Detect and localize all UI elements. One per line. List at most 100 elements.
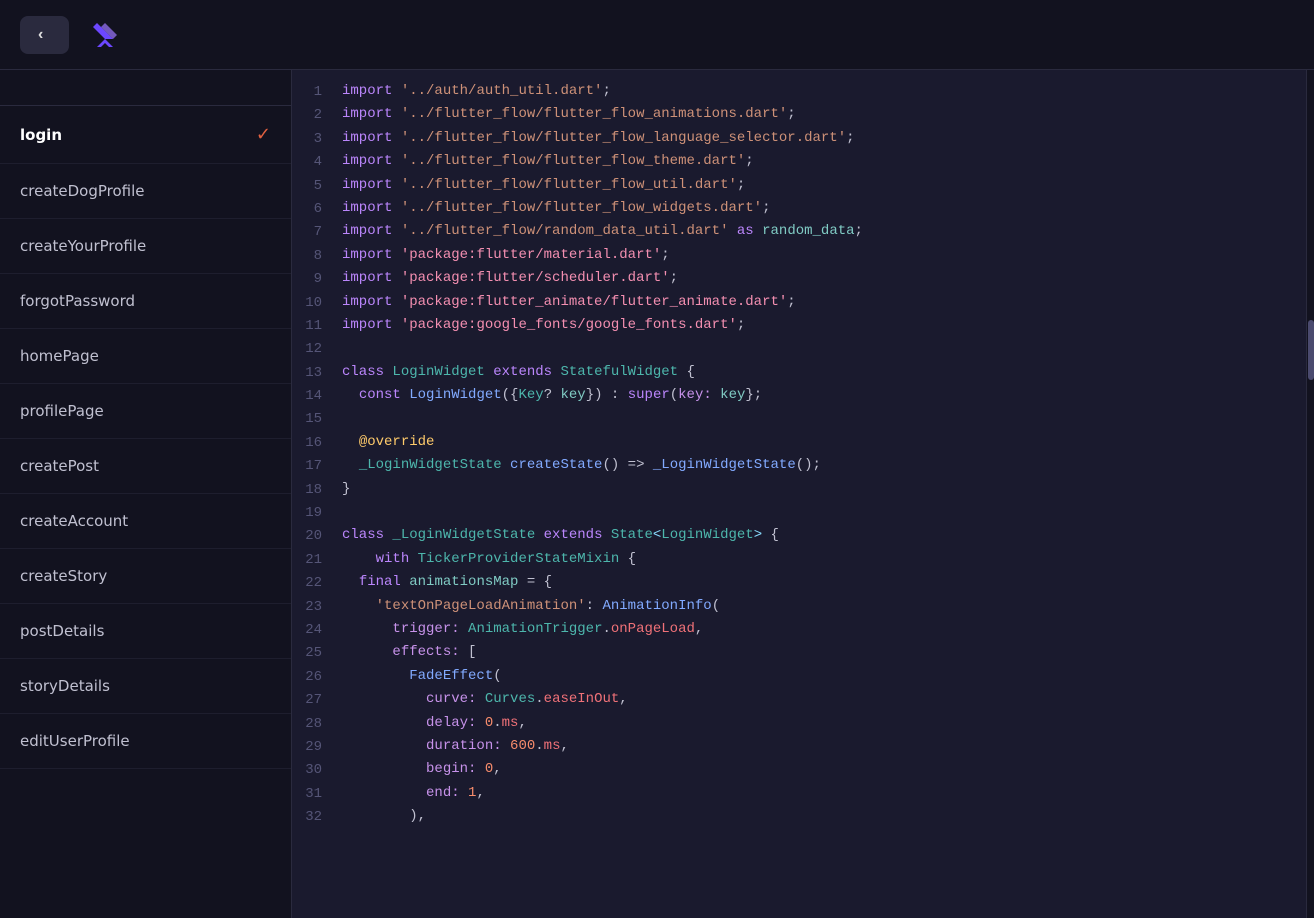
scrollbar-track[interactable] — [1306, 70, 1314, 918]
code-line: 27 curve: Curves.easeInOut, — [292, 688, 1306, 711]
line-content: @override — [342, 431, 1306, 454]
line-number: 14 — [292, 384, 342, 407]
line-number: 20 — [292, 524, 342, 547]
code-line: 31 end: 1, — [292, 782, 1306, 805]
code-line: 10import 'package:flutter_animate/flutte… — [292, 291, 1306, 314]
line-number: 21 — [292, 548, 342, 571]
line-content: import '../flutter_flow/flutter_flow_ani… — [342, 103, 1306, 126]
sidebar-item-login[interactable]: login ✓ — [0, 106, 291, 164]
line-number: 1 — [292, 80, 342, 103]
sidebar-item-createPost[interactable]: createPost — [0, 439, 291, 494]
code-area[interactable]: 1import '../auth/auth_util.dart';2import… — [292, 70, 1306, 918]
code-line: 1import '../auth/auth_util.dart'; — [292, 80, 1306, 103]
line-content: import '../flutter_flow/flutter_flow_the… — [342, 150, 1306, 173]
line-number: 17 — [292, 454, 342, 477]
line-number: 2 — [292, 103, 342, 126]
code-line: 11import 'package:google_fonts/google_fo… — [292, 314, 1306, 337]
view-project-button[interactable]: ‹ — [20, 16, 69, 54]
line-content: import '../flutter_flow/flutter_flow_uti… — [342, 174, 1306, 197]
line-number: 12 — [292, 337, 342, 360]
line-content: const LoginWidget({Key? key}) : super(ke… — [342, 384, 1306, 407]
code-line: 20class _LoginWidgetState extends State<… — [292, 524, 1306, 547]
line-content: effects: [ — [342, 641, 1306, 664]
code-line: 9import 'package:flutter/scheduler.dart'… — [292, 267, 1306, 290]
logo-area — [89, 19, 131, 51]
scrollbar-thumb — [1308, 320, 1314, 380]
line-content: curve: Curves.easeInOut, — [342, 688, 1306, 711]
line-number: 18 — [292, 478, 342, 501]
code-line: 32 ), — [292, 805, 1306, 828]
line-number: 26 — [292, 665, 342, 688]
chevron-left-icon: ‹ — [38, 26, 43, 44]
line-number: 5 — [292, 174, 342, 197]
code-line: 19 — [292, 501, 1306, 524]
line-number: 11 — [292, 314, 342, 337]
sidebar-item-createYourProfile[interactable]: createYourProfile — [0, 219, 291, 274]
main-layout: login ✓ createDogProfilecreateYourProfile f… — [0, 70, 1314, 918]
line-content: trigger: AnimationTrigger.onPageLoad, — [342, 618, 1306, 641]
line-number: 16 — [292, 431, 342, 454]
sidebar-item-label: storyDetails — [20, 677, 110, 695]
line-content: import 'package:google_fonts/google_font… — [342, 314, 1306, 337]
line-number: 9 — [292, 267, 342, 290]
line-content: delay: 0.ms, — [342, 712, 1306, 735]
sidebar-item-createStory[interactable]: createStory — [0, 549, 291, 604]
header: ‹ — [0, 0, 1314, 70]
sidebar-item-label: postDetails — [20, 622, 104, 640]
code-line: 12 — [292, 337, 1306, 360]
line-content: import 'package:flutter/scheduler.dart'; — [342, 267, 1306, 290]
code-line: 18} — [292, 478, 1306, 501]
sidebar-item-homePage[interactable]: homePage — [0, 329, 291, 384]
code-line: 22 final animationsMap = { — [292, 571, 1306, 594]
sidebar-item-forgotPassword[interactable]: forgotPassword — [0, 274, 291, 329]
sidebar-item-createDogProfile[interactable]: createDogProfile — [0, 164, 291, 219]
sidebar-item-label: profilePage — [20, 402, 104, 420]
sidebar-items-container: login ✓ createDogProfilecreateYourProfile f… — [0, 106, 291, 769]
line-content: 'textOnPageLoadAnimation': AnimationInfo… — [342, 595, 1306, 618]
line-number: 7 — [292, 220, 342, 243]
sidebar-item-editUserProfile[interactable]: editUserProfile — [0, 714, 291, 769]
line-number: 19 — [292, 501, 342, 524]
line-number: 31 — [292, 782, 342, 805]
sidebar-item-label: login — [20, 126, 62, 144]
code-line: 28 delay: 0.ms, — [292, 712, 1306, 735]
line-content — [342, 337, 1306, 360]
line-content: with TickerProviderStateMixin { — [342, 548, 1306, 571]
line-content: class LoginWidget extends StatefulWidget… — [342, 361, 1306, 384]
sidebar-item-label: createStory — [20, 567, 107, 585]
line-content: import '../flutter_flow/flutter_flow_wid… — [342, 197, 1306, 220]
sidebar-item-createAccount[interactable]: createAccount — [0, 494, 291, 549]
line-number: 27 — [292, 688, 342, 711]
line-content: import '../auth/auth_util.dart'; — [342, 80, 1306, 103]
code-line: 13class LoginWidget extends StatefulWidg… — [292, 361, 1306, 384]
sidebar-item-storyDetails[interactable]: storyDetails — [0, 659, 291, 714]
sidebar-item-postDetails[interactable]: postDetails — [0, 604, 291, 659]
sidebar-item-label: forgotPassword — [20, 292, 135, 310]
check-icon: ✓ — [256, 124, 271, 145]
line-content: final animationsMap = { — [342, 571, 1306, 594]
code-line: 17 _LoginWidgetState createState() => _L… — [292, 454, 1306, 477]
line-number: 23 — [292, 595, 342, 618]
line-number: 28 — [292, 712, 342, 735]
sidebar: login ✓ createDogProfilecreateYourProfile f… — [0, 70, 292, 918]
code-line: 4import '../flutter_flow/flutter_flow_th… — [292, 150, 1306, 173]
code-line: 24 trigger: AnimationTrigger.onPageLoad, — [292, 618, 1306, 641]
code-line: 3import '../flutter_flow/flutter_flow_la… — [292, 127, 1306, 150]
code-line: 5import '../flutter_flow/flutter_flow_ut… — [292, 174, 1306, 197]
flutterflow-logo-icon — [89, 19, 121, 51]
code-line: 15 — [292, 407, 1306, 430]
sidebar-item-label: createAccount — [20, 512, 128, 530]
code-line: 8import 'package:flutter/material.dart'; — [292, 244, 1306, 267]
code-line: 25 effects: [ — [292, 641, 1306, 664]
line-number: 6 — [292, 197, 342, 220]
line-number: 4 — [292, 150, 342, 173]
line-content: } — [342, 478, 1306, 501]
line-content: end: 1, — [342, 782, 1306, 805]
line-content: begin: 0, — [342, 758, 1306, 781]
line-content: duration: 600.ms, — [342, 735, 1306, 758]
sidebar-item-label: createPost — [20, 457, 99, 475]
sidebar-item-profilePage[interactable]: profilePage — [0, 384, 291, 439]
line-number: 3 — [292, 127, 342, 150]
sidebar-item-label: editUserProfile — [20, 732, 130, 750]
code-line: 7import '../flutter_flow/random_data_uti… — [292, 220, 1306, 243]
